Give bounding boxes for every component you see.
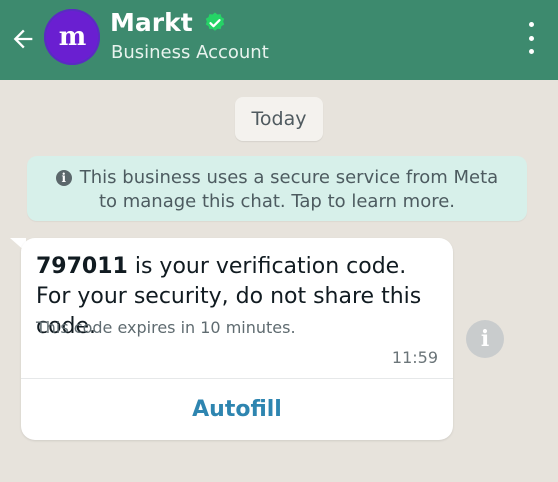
info-banner-line1-row: i This business uses a secure service fr…	[27, 166, 527, 190]
avatar[interactable]: m	[44, 9, 100, 65]
more-vertical-icon-dot	[528, 35, 534, 41]
message-timestamp: 11:59	[391, 348, 438, 367]
verified-badge-icon	[205, 12, 224, 31]
avatar-logo: m	[58, 22, 86, 52]
info-icon: i	[480, 326, 490, 352]
info-banner-line2: to manage this chat. Tap to learn more.	[98, 191, 456, 212]
message-bubble[interactable]: 797011 is your verification code. For yo…	[21, 238, 453, 440]
info-banner-line1: This business uses a secure service from…	[79, 167, 499, 188]
more-options-button[interactable]	[518, 22, 544, 54]
date-separator: Today	[235, 97, 323, 141]
contact-subtitle: Business Account	[111, 42, 269, 63]
contact-title-row[interactable]: Markt	[110, 6, 227, 40]
more-vertical-icon	[528, 22, 534, 27]
code-expiry-note: This code expires in 10 minutes.	[36, 318, 296, 337]
chat-header: m Markt Business Account	[0, 0, 558, 80]
back-button[interactable]	[6, 22, 40, 56]
autofill-button[interactable]: Autofill	[21, 379, 453, 440]
more-vertical-icon-dot	[528, 49, 534, 54]
contact-name: Markt	[110, 8, 193, 37]
encryption-info-banner[interactable]: i This business uses a secure service fr…	[27, 156, 527, 221]
verification-code[interactable]: 797011	[36, 254, 128, 279]
info-icon: i	[55, 170, 72, 186]
message-info-button[interactable]: i	[466, 320, 504, 358]
arrow-left-icon	[13, 29, 33, 49]
